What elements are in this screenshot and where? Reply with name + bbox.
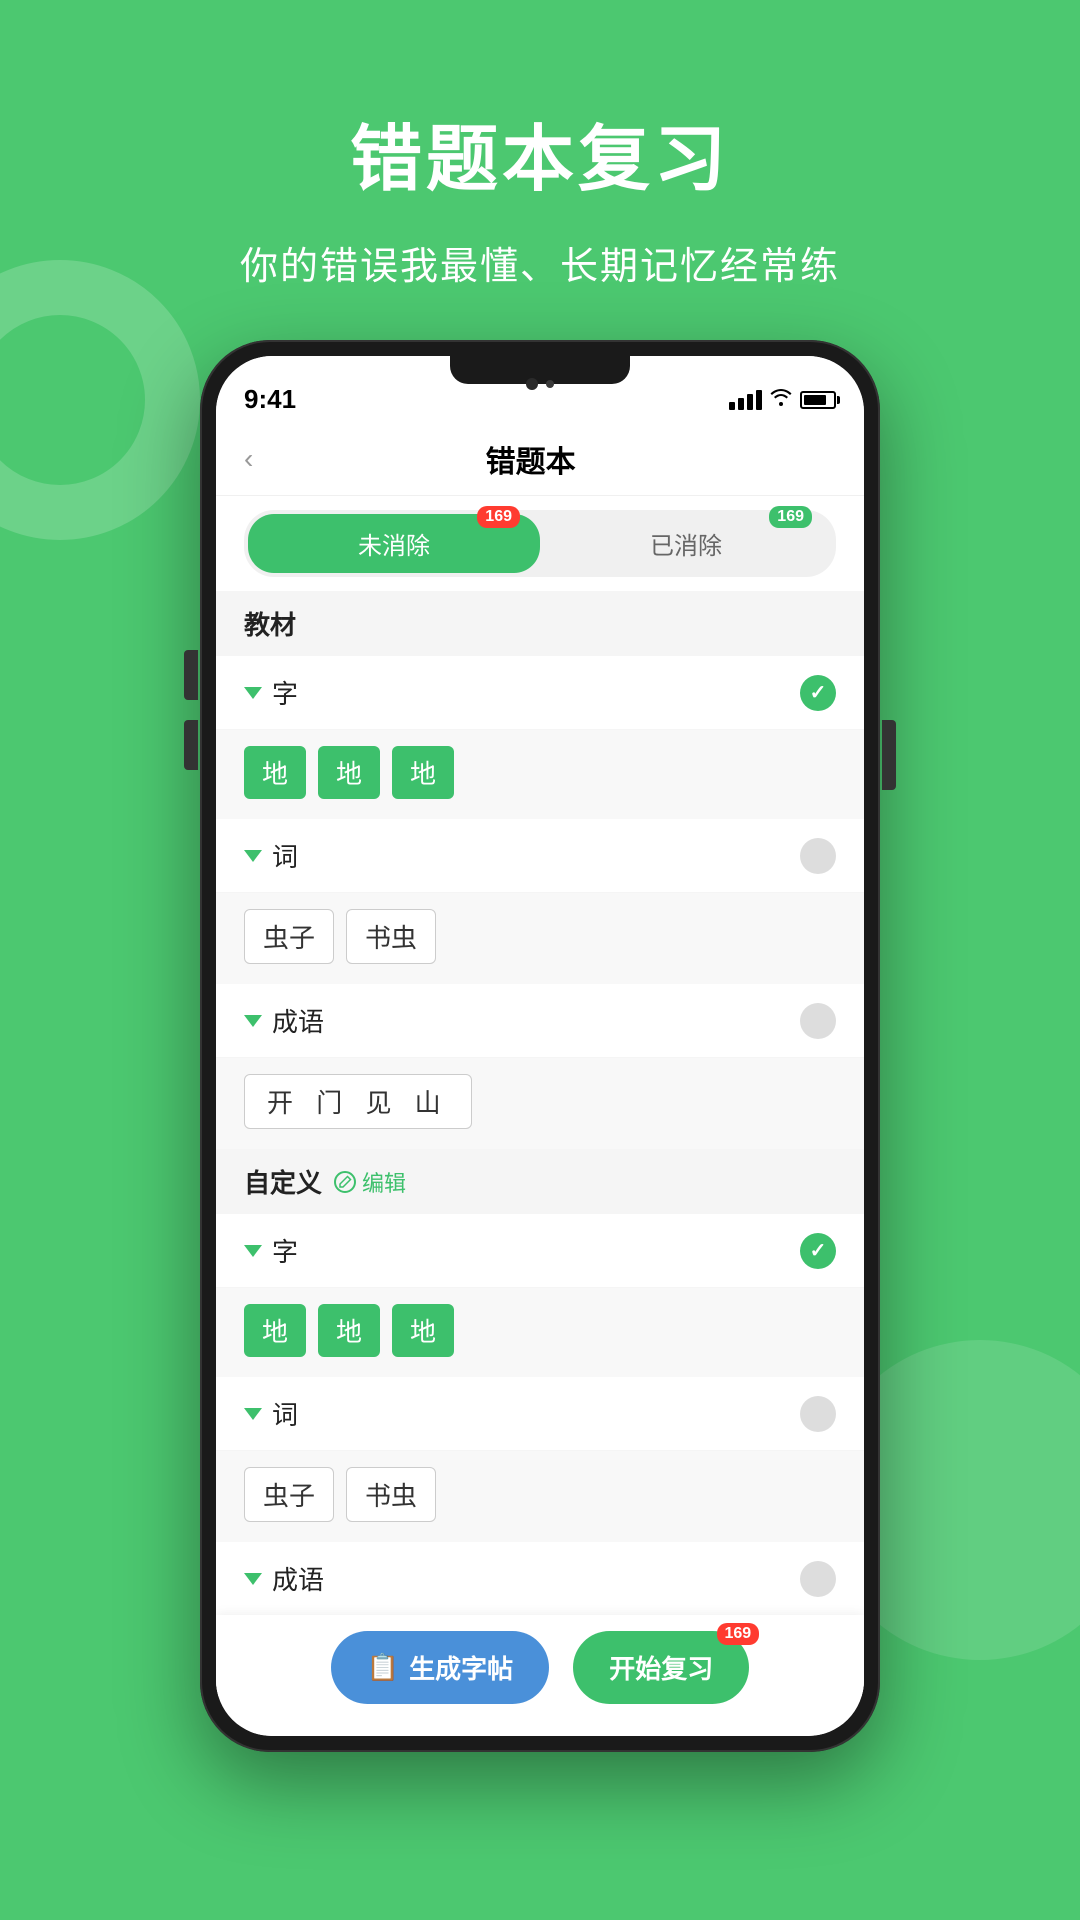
camera-lens (546, 380, 554, 388)
bottom-action-bar: 📋 生成字帖 开始复习 169 (216, 1615, 864, 1736)
category-row-char-1[interactable]: 字 ✓ (216, 656, 864, 730)
words-row-1: 虫子 书虫 (216, 893, 864, 984)
expand-icon (244, 687, 262, 699)
nav-title: 错题本 (253, 437, 808, 481)
check-circle: ✓ (800, 675, 836, 711)
page-subtitle: 你的错误我最懂、长期记忆经常练 (0, 235, 1080, 290)
wifi-icon (770, 388, 792, 412)
generate-copybook-button[interactable]: 📋 生成字帖 (331, 1631, 549, 1704)
phone-mockup: 9:41 (200, 340, 880, 1752)
volume-down-button (184, 720, 198, 770)
char-tag[interactable]: 地 (244, 746, 306, 799)
char-tag[interactable]: 地 (392, 1304, 454, 1357)
tab-container: 未消除 169 已消除 169 (244, 510, 836, 577)
words-row-2: 虫子 书虫 (216, 1451, 864, 1542)
start-review-badge: 169 (717, 1623, 760, 1645)
start-review-button[interactable]: 开始复习 169 (573, 1631, 749, 1704)
idiom-tag[interactable]: 开 门 见 山 (244, 1074, 472, 1129)
category-row-word-2[interactable]: 词 (216, 1377, 864, 1451)
check-circle-2: ✓ (800, 1233, 836, 1269)
category-row-char-2[interactable]: 字 ✓ (216, 1214, 864, 1288)
edit-icon (334, 1171, 356, 1193)
power-button (882, 720, 896, 790)
char-tag[interactable]: 地 (318, 746, 380, 799)
expand-icon (244, 1408, 262, 1420)
tab-active-badge: 169 (477, 506, 520, 528)
chars-row-1: 地 地 地 (216, 730, 864, 819)
expand-icon (244, 1245, 262, 1257)
content-area: 教材 字 ✓ 地 地 地 (216, 591, 864, 1696)
word-tag[interactable]: 书虫 (346, 1467, 436, 1522)
phone-screen: 9:41 (216, 356, 864, 1736)
tab-inactive-badge: 169 (769, 506, 812, 528)
signal-icon (729, 390, 762, 410)
expand-icon (244, 1015, 262, 1027)
volume-up-button (184, 650, 198, 700)
battery-icon (800, 391, 836, 409)
expand-icon (244, 1573, 262, 1585)
section-header-textbook: 教材 (216, 591, 864, 656)
back-button[interactable]: ‹ (244, 443, 253, 475)
idiom-row-1: 开 门 见 山 (216, 1058, 864, 1149)
page-title: 错题本复习 (0, 100, 1080, 205)
book-icon: 📋 (367, 1652, 399, 1683)
word-tag[interactable]: 虫子 (244, 909, 334, 964)
word-tag[interactable]: 书虫 (346, 909, 436, 964)
uncheck-circle-2 (800, 1396, 836, 1432)
phone-camera (526, 378, 554, 390)
status-time: 9:41 (244, 384, 296, 415)
chars-row-2: 地 地 地 (216, 1288, 864, 1377)
edit-button[interactable]: 编辑 (334, 1166, 406, 1198)
section-header-custom: 自定义 编辑 (216, 1149, 864, 1214)
char-tag[interactable]: 地 (392, 746, 454, 799)
tab-eliminated[interactable]: 已消除 169 (540, 514, 832, 573)
uncheck-circle (800, 1003, 836, 1039)
phone-notch (450, 356, 630, 384)
nav-bar: ‹ 错题本 (216, 423, 864, 496)
uncheck-circle-3 (800, 1561, 836, 1597)
category-row-idiom-2[interactable]: 成语 (216, 1542, 864, 1616)
char-tag[interactable]: 地 (244, 1304, 306, 1357)
char-tag[interactable]: 地 (318, 1304, 380, 1357)
status-icons (729, 388, 836, 412)
uncheck-circle (800, 838, 836, 874)
camera-sensor (526, 378, 538, 390)
tab-bar: 未消除 169 已消除 169 (216, 496, 864, 591)
expand-icon (244, 850, 262, 862)
category-row-idiom-1[interactable]: 成语 (216, 984, 864, 1058)
tab-not-eliminated[interactable]: 未消除 169 (248, 514, 540, 573)
category-row-word-1[interactable]: 词 (216, 819, 864, 893)
word-tag[interactable]: 虫子 (244, 1467, 334, 1522)
